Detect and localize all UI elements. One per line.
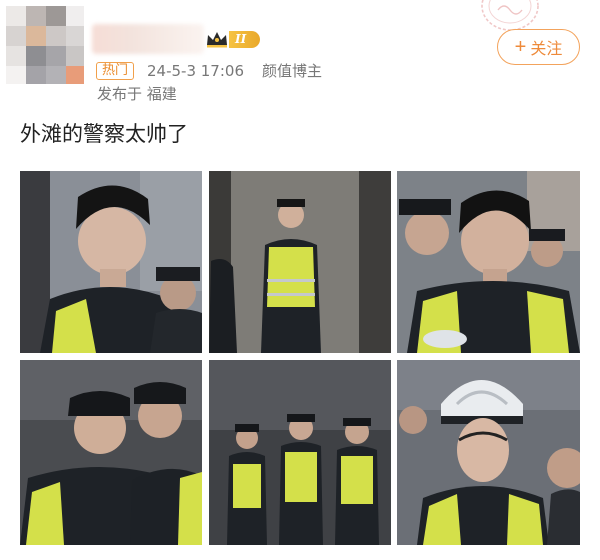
post-text: 外滩的警察太帅了 bbox=[20, 122, 188, 146]
photo-1[interactable] bbox=[20, 171, 202, 353]
plus-icon: + bbox=[514, 36, 527, 58]
username-blurred[interactable] bbox=[92, 24, 204, 54]
photo-2[interactable] bbox=[209, 171, 391, 353]
photo-5[interactable] bbox=[209, 360, 391, 545]
photo-3[interactable] bbox=[397, 171, 580, 353]
photo-6[interactable] bbox=[397, 360, 580, 545]
user-tag[interactable]: 颜值博主 bbox=[262, 62, 322, 80]
post-timestamp: 24-5-3 17:06 bbox=[147, 62, 244, 80]
post-location: 发布于 福建 bbox=[97, 85, 177, 103]
photo-grid bbox=[20, 171, 580, 545]
crown-icon bbox=[207, 32, 227, 48]
follow-label: 关注 bbox=[530, 41, 563, 58]
level-badge: II bbox=[229, 31, 261, 48]
follow-button[interactable]: + 关注 bbox=[497, 29, 580, 65]
user-avatar[interactable] bbox=[6, 6, 84, 84]
hot-badge: 热门 bbox=[96, 62, 135, 80]
photo-4[interactable] bbox=[20, 360, 202, 545]
